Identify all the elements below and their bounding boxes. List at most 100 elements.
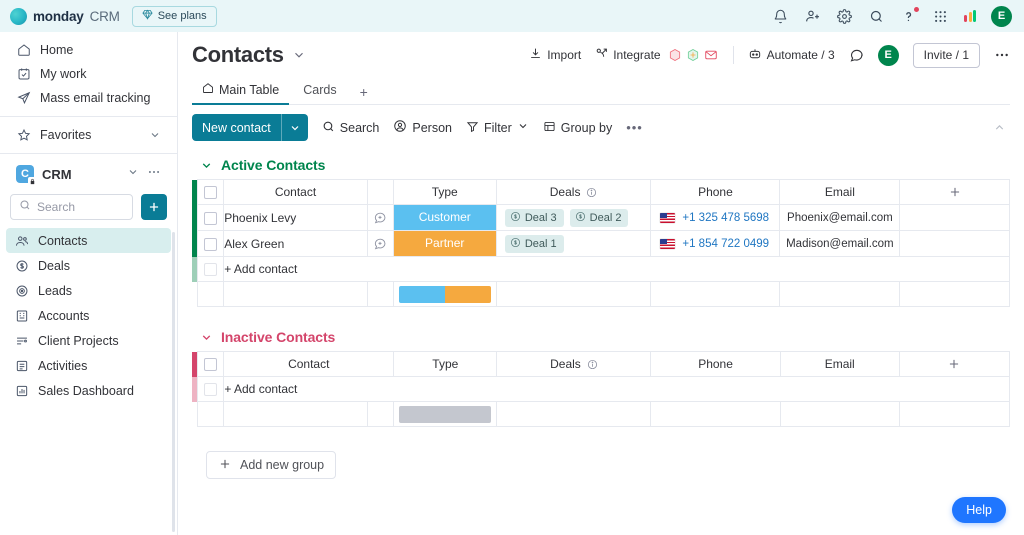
add-contact-row[interactable]: + Add contact [192, 256, 1010, 282]
add-new-group-button[interactable]: Add new group [206, 451, 337, 479]
add-column-button[interactable] [899, 179, 1010, 205]
search-board-button[interactable]: Search [322, 120, 379, 136]
deal-chip[interactable]: Deal 2 [569, 208, 629, 227]
updates-icon[interactable] [849, 48, 864, 63]
type-summary-cell[interactable] [392, 281, 497, 307]
integrate-button[interactable]: Integrate [595, 47, 718, 63]
brand[interactable]: monday CRM [10, 7, 120, 25]
info-icon[interactable] [587, 359, 598, 370]
sidebar-item-deals[interactable]: Deals [6, 253, 171, 278]
chevron-down-icon[interactable] [282, 122, 308, 134]
column-header-deals[interactable]: Deals [495, 179, 652, 205]
column-header-contact[interactable]: Contact [223, 351, 395, 377]
cell-contact-name[interactable]: Alex Green [223, 230, 368, 257]
type-summary-cell[interactable] [393, 401, 498, 427]
cell-phone[interactable]: +1 854 722 0499 [650, 230, 781, 257]
column-header-email[interactable]: Email [779, 179, 901, 205]
column-header-deals[interactable]: Deals [496, 351, 652, 377]
cell-type[interactable]: Partner [392, 230, 497, 257]
bell-icon[interactable] [772, 8, 789, 25]
add-tab-button[interactable]: + [351, 79, 377, 105]
cell-deals[interactable]: Deal 1 [495, 230, 652, 257]
cell-deals[interactable]: Deal 3 Deal 2 [495, 204, 652, 231]
filter-button[interactable]: Filter [466, 120, 529, 136]
gmail-icon[interactable] [704, 48, 719, 63]
tab-main-table[interactable]: Main Table [192, 77, 290, 105]
sidebar-item-mass-email-tracking[interactable]: Mass email tracking [8, 86, 169, 110]
apps-grid-icon[interactable] [932, 8, 949, 25]
add-board-button[interactable] [141, 194, 167, 220]
sidebar-item-client-projects[interactable]: Client Projects [6, 328, 171, 353]
info-icon[interactable] [586, 187, 597, 198]
sidebar-item-my-work[interactable]: My work [8, 62, 169, 86]
cell-updates[interactable] [366, 230, 394, 257]
row-checkbox[interactable] [204, 263, 218, 277]
search-icon[interactable] [868, 8, 885, 25]
import-button[interactable]: Import [529, 47, 581, 63]
deal-chip[interactable]: Deal 3 [504, 208, 564, 227]
collapse-toolbar-icon[interactable] [988, 117, 1010, 139]
cell-phone[interactable]: +1 325 478 5698 [650, 204, 781, 231]
select-all-checkbox[interactable] [204, 186, 218, 200]
board-more-options-icon[interactable] [994, 47, 1010, 63]
invite-member-icon[interactable] [804, 8, 821, 25]
cell-email[interactable]: Phoenix@email.com [779, 204, 901, 231]
sidebar-item-leads[interactable]: Leads [6, 278, 171, 303]
chevron-down-icon[interactable] [149, 129, 161, 141]
add-contact-row[interactable]: + Add contact [192, 376, 1010, 402]
add-contact-label[interactable]: + Add contact [223, 256, 1010, 282]
column-header-email[interactable]: Email [779, 351, 900, 377]
column-header-phone[interactable]: Phone [650, 351, 781, 377]
help-icon[interactable] [900, 6, 919, 25]
chevron-down-icon[interactable] [200, 331, 213, 344]
more-options-icon[interactable] [147, 165, 161, 184]
zendesk-icon[interactable] [668, 48, 683, 63]
deal-chip[interactable]: Deal 1 [504, 234, 564, 253]
sidebar-item-contacts[interactable]: Contacts [6, 228, 171, 253]
cell-contact-name[interactable]: Phoenix Levy [223, 204, 368, 231]
monday-logo-icon[interactable] [964, 10, 976, 22]
row-checkbox[interactable] [204, 211, 218, 225]
add-column-button[interactable] [898, 351, 1011, 377]
sidebar-item-sales-dashboard[interactable]: Sales Dashboard [6, 378, 171, 403]
new-contact-button[interactable]: New contact [192, 114, 308, 141]
sidebar-scrollbar[interactable] [172, 232, 175, 532]
select-all-checkbox[interactable] [204, 358, 218, 372]
column-header-phone[interactable]: Phone [650, 179, 781, 205]
gear-icon[interactable] [836, 8, 853, 25]
sidebar-item-activities[interactable]: Activities [6, 353, 171, 378]
group-name[interactable]: Inactive Contacts [221, 329, 335, 345]
board-avatar[interactable]: E [877, 44, 899, 66]
row-checkbox[interactable] [204, 237, 218, 251]
person-filter-button[interactable]: Person [393, 119, 452, 136]
chevron-down-icon[interactable] [292, 48, 306, 62]
row-checkbox[interactable] [204, 383, 218, 397]
sidebar-search-box[interactable] [10, 194, 133, 220]
invite-button[interactable]: Invite / 1 [912, 42, 980, 68]
automate-button[interactable]: Automate / 3 [748, 47, 835, 64]
cell-email[interactable]: Madison@email.com [779, 230, 901, 257]
search-input[interactable] [37, 200, 124, 214]
see-plans-button[interactable]: See plans [131, 5, 217, 27]
add-contact-label[interactable]: + Add contact [223, 376, 1010, 402]
sidebar-item-home[interactable]: Home [8, 38, 169, 62]
sidebar-item-accounts[interactable]: Accounts [6, 303, 171, 328]
help-button[interactable]: Help [952, 497, 1006, 523]
avatar[interactable]: E [991, 5, 1012, 27]
table-row[interactable]: Alex Green Partner Deal 1 +1 854 722 049… [192, 230, 1010, 257]
column-header-contact[interactable]: Contact [223, 179, 368, 205]
group-name[interactable]: Active Contacts [221, 157, 325, 173]
column-header-type[interactable]: Type [392, 179, 497, 205]
sidebar-item-favorites[interactable]: Favorites [8, 123, 169, 147]
chevron-down-icon[interactable] [127, 165, 139, 183]
cell-updates[interactable] [366, 204, 394, 231]
chevron-down-icon[interactable] [200, 159, 213, 172]
table-row[interactable]: Phoenix Levy Customer Deal 3 Deal 2 +1 3… [192, 204, 1010, 231]
group-by-button[interactable]: Group by [543, 120, 612, 136]
hubspot-icon[interactable] [686, 48, 701, 63]
tab-cards[interactable]: Cards [293, 78, 346, 105]
workspace-crm[interactable]: C CRM [8, 160, 169, 188]
toolbar-more-options-icon[interactable]: ••• [626, 120, 643, 135]
cell-type[interactable]: Customer [392, 204, 497, 231]
column-header-type[interactable]: Type [393, 351, 498, 377]
